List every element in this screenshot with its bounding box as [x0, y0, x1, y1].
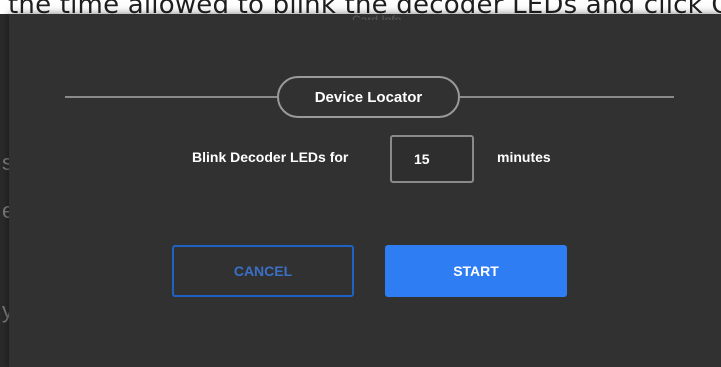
device-locator-dialog	[9, 14, 721, 367]
blink-duration-row: Blink Decoder LEDs for minutes	[0, 135, 721, 183]
dialog-title: Device Locator	[277, 76, 460, 118]
page: the time allowed to blink the decoder LE…	[0, 0, 721, 367]
title-divider-right	[460, 96, 674, 98]
cancel-button[interactable]: CANCEL	[172, 245, 354, 297]
background-title: Card Info	[352, 14, 401, 20]
minutes-input[interactable]	[390, 135, 474, 183]
blink-label: Blink Decoder LEDs for	[192, 149, 349, 165]
title-divider-left	[65, 96, 278, 98]
start-button[interactable]: START	[385, 245, 567, 297]
minutes-suffix: minutes	[497, 149, 551, 165]
